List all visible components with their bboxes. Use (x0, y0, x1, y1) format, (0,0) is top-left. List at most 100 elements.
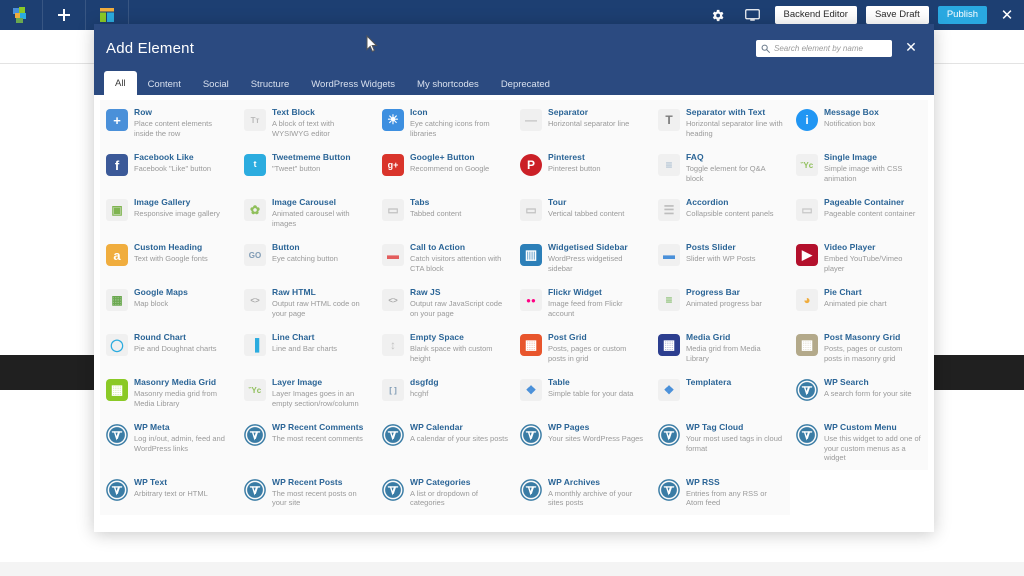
element-card[interactable]: ▣Image GalleryResponsive image gallery (100, 190, 238, 235)
element-card[interactable]: ↕Empty SpaceBlank space with custom heig… (376, 325, 514, 370)
element-card-title: WP Text (134, 477, 232, 488)
icon-element-icon: ☀ (382, 109, 404, 131)
element-card-text: WP Custom MenuUse this widget to add one… (824, 422, 922, 463)
element-card-title: Call to Action (410, 242, 508, 253)
element-card[interactable]: +RowPlace content elements inside the ro… (100, 100, 238, 145)
tab-social[interactable]: Social (192, 73, 240, 95)
wordpress-icon (106, 424, 128, 446)
element-card-description: Eye catching button (272, 254, 370, 264)
element-card[interactable]: ≡FAQToggle element for Q&A block (652, 145, 790, 190)
search-box[interactable] (756, 40, 892, 57)
text-block-icon: Tт (244, 109, 266, 131)
element-card[interactable]: WP CalendarA calendar of your sites post… (376, 415, 514, 470)
element-card[interactable]: ▐Line ChartLine and Bar charts (238, 325, 376, 370)
modal-close-icon[interactable]: ✕ (902, 38, 920, 56)
separator-icon: — (520, 109, 542, 131)
element-card[interactable]: WP MetaLog in/out, admin, feed and WordP… (100, 415, 238, 470)
visual-composer-logo-icon[interactable] (0, 0, 42, 30)
save-draft-button[interactable]: Save Draft (866, 6, 929, 24)
element-card-text: WP CalendarA calendar of your sites post… (410, 422, 508, 444)
element-card[interactable]: ▥Widgetised SidebarWordPress widgetised … (514, 235, 652, 280)
element-card[interactable]: ▶Video PlayerEmbed YouTube/Vimeo player (790, 235, 928, 280)
element-card-title: Icon (410, 107, 508, 118)
element-card-description: Horizontal separator line with heading (686, 119, 784, 138)
modal-header: Add Element ✕ All Content Social Structu… (94, 24, 934, 95)
element-card-title: Message Box (824, 107, 922, 118)
element-card-title: Google+ Button (410, 152, 508, 163)
backend-editor-button[interactable]: Backend Editor (775, 6, 857, 24)
element-card[interactable]: ᵗTweetmeme Button"Tweet" button (238, 145, 376, 190)
twitter-icon: ᵗ (244, 154, 266, 176)
element-card[interactable]: ▦Post GridPosts, pages or custom posts i… (514, 325, 652, 370)
element-card-text: WP CategoriesA list or dropdown of categ… (410, 477, 508, 508)
element-card[interactable]: ▦Post Masonry GridPosts, pages or custom… (790, 325, 928, 370)
element-card[interactable]: ▭TabsTabbed content (376, 190, 514, 235)
element-card[interactable]: TSeparator with TextHorizontal separator… (652, 100, 790, 145)
element-card[interactable]: ▦Google MapsMap block (100, 280, 238, 325)
element-card[interactable]: WP TextArbitrary text or HTML (100, 470, 238, 515)
element-card[interactable]: GOButtonEye catching button (238, 235, 376, 280)
element-card[interactable]: fFacebook LikeFacebook "Like" button (100, 145, 238, 190)
element-card[interactable]: WP Tag CloudYour most used tags in cloud… (652, 415, 790, 470)
element-card[interactable]: <>Raw JSOutput raw JavaScript code on yo… (376, 280, 514, 325)
tab-my-shortcodes[interactable]: My shortcodes (406, 73, 490, 95)
element-card[interactable]: ✿Image CarouselAnimated carousel with im… (238, 190, 376, 235)
tab-wordpress-widgets[interactable]: WordPress Widgets (300, 73, 406, 95)
element-card-description: Eye catching icons from libraries (410, 119, 508, 138)
element-card-title: WP RSS (686, 477, 784, 488)
element-card-title: Layer Image (272, 377, 370, 388)
element-card[interactable]: WP RSSEntries from any RSS or Atom feed (652, 470, 790, 515)
element-card[interactable]: <>Raw HTMLOutput raw HTML code on your p… (238, 280, 376, 325)
tab-all[interactable]: All (104, 71, 137, 95)
element-card-description: Line and Bar charts (272, 344, 370, 354)
element-card[interactable]: PPinterestPinterest button (514, 145, 652, 190)
close-icon[interactable]: ✕ (996, 0, 1018, 30)
element-card[interactable]: ❖TableSimple table for your data (514, 370, 652, 415)
element-card[interactable]: WP CategoriesA list or dropdown of categ… (376, 470, 514, 515)
element-card[interactable]: ☰AccordionCollapsible content panels (652, 190, 790, 235)
element-card-title: Post Masonry Grid (824, 332, 922, 343)
element-card[interactable]: ▭TourVertical tabbed content (514, 190, 652, 235)
element-card-title: Single Image (824, 152, 922, 163)
element-card[interactable]: WP ArchivesA monthly archive of your sit… (514, 470, 652, 515)
element-card[interactable]: WP Custom MenuUse this widget to add one… (790, 415, 928, 470)
tab-content[interactable]: Content (137, 73, 192, 95)
element-card[interactable]: ◕Pie ChartAnimated pie chart (790, 280, 928, 325)
element-card[interactable]: ὛcLayer ImageLayer Images goes in an emp… (238, 370, 376, 415)
element-card[interactable]: ▬Call to ActionCatch visitors attention … (376, 235, 514, 280)
publish-button[interactable]: Publish (938, 6, 987, 24)
element-card[interactable]: ☀ IconEye catching icons from libraries (376, 100, 514, 145)
element-card[interactable]: WP PagesYour sites WordPress Pages (514, 415, 652, 470)
element-card[interactable]: WP Recent PostsThe most recent posts on … (238, 470, 376, 515)
element-card[interactable]: TтText BlockA block of text with WYSIWYG… (238, 100, 376, 145)
round-chart-icon: ◯ (106, 334, 128, 356)
element-card[interactable]: ▦Masonry Media GridMasonry media grid fr… (100, 370, 238, 415)
element-card-description: WordPress widgetised sidebar (548, 254, 646, 273)
wordpress-icon (382, 479, 404, 501)
element-card[interactable]: WP Recent CommentsThe most recent commen… (238, 415, 376, 470)
element-card[interactable]: ▭Pageable ContainerPageable content cont… (790, 190, 928, 235)
element-card-description: Facebook "Like" button (134, 164, 232, 174)
element-card-title: Row (134, 107, 232, 118)
element-card[interactable]: ▬Posts SliderSlider with WP Posts (652, 235, 790, 280)
element-card[interactable]: [ ]dsgfdghcghf (376, 370, 514, 415)
plus-icon[interactable] (43, 0, 85, 30)
media-grid-icon: ▦ (658, 334, 680, 356)
empty-cell (790, 470, 928, 515)
element-card[interactable]: ◯Round ChartPie and Doughnat charts (100, 325, 238, 370)
element-card[interactable]: ❖Templatera (652, 370, 790, 415)
element-card[interactable]: ●●Flickr WidgetImage feed from Flickr ac… (514, 280, 652, 325)
search-input[interactable] (774, 44, 887, 53)
element-card-text: dsgfdghcghf (410, 377, 508, 399)
element-card[interactable]: ὛcSingle ImageSimple image with CSS anim… (790, 145, 928, 190)
tab-deprecated[interactable]: Deprecated (490, 73, 561, 95)
element-card[interactable]: —SeparatorHorizontal separator line (514, 100, 652, 145)
element-card[interactable]: ▦Media GridMedia grid from Media Library (652, 325, 790, 370)
tab-structure[interactable]: Structure (240, 73, 301, 95)
accordion-icon: ☰ (658, 199, 680, 221)
element-card[interactable]: g+Google+ ButtonRecommend on Google (376, 145, 514, 190)
element-card[interactable]: WP SearchA search form for your site (790, 370, 928, 415)
element-card[interactable]: aCustom HeadingText with Google fonts (100, 235, 238, 280)
element-card[interactable]: ≡Progress BarAnimated progress bar (652, 280, 790, 325)
element-card[interactable]: iMessage BoxNotification box (790, 100, 928, 145)
